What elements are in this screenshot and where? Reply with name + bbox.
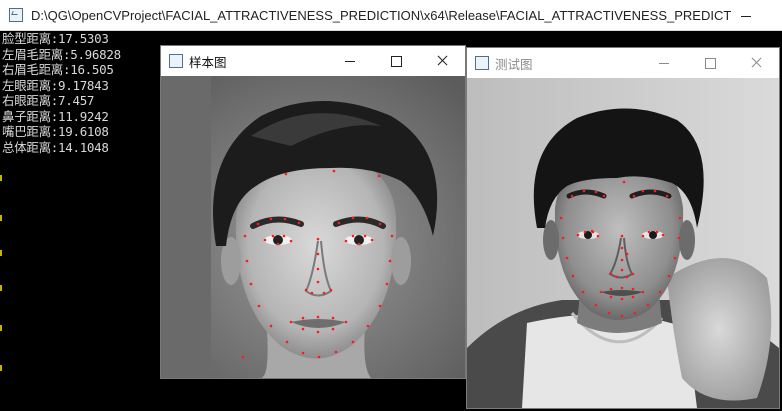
test-close-button[interactable] xyxy=(733,48,779,78)
console-line-face-shape: 脸型距离:17.5303 xyxy=(2,31,109,46)
test-window-title: 测试图 xyxy=(495,56,533,72)
console-line-nose: 鼻子距离:11.9242 xyxy=(2,108,109,124)
console-line-left-eyebrow: 左眉毛距离:5.96828 xyxy=(2,46,121,62)
test-face-image xyxy=(467,78,779,408)
sample-minimize-button[interactable] xyxy=(327,46,373,76)
minimize-icon xyxy=(345,60,355,62)
sample-face-portrait xyxy=(161,76,465,378)
sample-close-button[interactable] xyxy=(419,46,465,76)
console-line-right-eye: 右眼距离:7.457 xyxy=(2,93,95,108)
maximize-icon xyxy=(704,57,716,69)
sample-window-title: 样本图 xyxy=(189,54,227,70)
sample-window-titlebar[interactable]: 样本图 xyxy=(161,46,465,76)
sample-maximize-button[interactable] xyxy=(373,46,419,76)
maximize-icon xyxy=(390,55,402,67)
test-window-titlebar[interactable]: 测试图 xyxy=(467,48,779,78)
minimize-icon xyxy=(741,15,751,17)
test-minimize-button[interactable] xyxy=(641,48,687,78)
console-output: 脸型距离:17.5303 左眉毛距离:5.96828 右眉毛距离:16.505 … xyxy=(2,31,160,411)
app-window-icon xyxy=(475,56,489,70)
console-window-title: D:\QG\OpenCVProject\FACIAL_ATTRACTIVENES… xyxy=(31,7,731,23)
test-image-window[interactable]: 测试图 xyxy=(466,47,780,409)
console-margin-marks xyxy=(0,175,3,405)
console-minimize-button[interactable] xyxy=(734,7,758,25)
app-window-icon xyxy=(169,54,183,68)
sample-image-window[interactable]: 样本图 xyxy=(160,45,466,379)
test-face-portrait xyxy=(467,78,779,408)
console-line-left-eye: 左眼距离:9.17843 xyxy=(2,77,109,93)
console-app-icon xyxy=(9,8,23,22)
sample-face-image xyxy=(161,76,465,378)
console-line-mouth: 嘴巴距离:19.6108 xyxy=(2,124,109,139)
minimize-icon xyxy=(659,62,669,64)
console-line-right-eyebrow: 右眉毛距离:16.505 xyxy=(2,62,114,77)
test-maximize-button[interactable] xyxy=(687,48,733,78)
console-line-total: 总体距离:14.1048 xyxy=(2,139,109,155)
console-titlebar[interactable]: D:\QG\OpenCVProject\FACIAL_ATTRACTIVENES… xyxy=(0,0,782,31)
